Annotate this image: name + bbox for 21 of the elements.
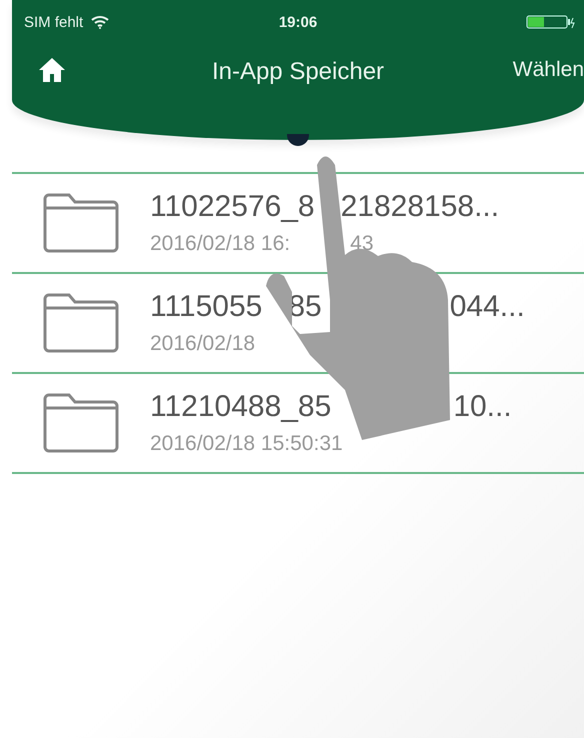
folder-name: 10... [453, 390, 512, 424]
battery-icon [526, 15, 576, 29]
folder-name: 11022576_8 [150, 190, 315, 224]
carrier-label: SIM fehlt [24, 14, 84, 30]
select-button[interactable]: Wählen [512, 58, 584, 82]
home-icon[interactable] [37, 55, 67, 85]
folder-date: 43 [350, 232, 374, 256]
folder-date: 2016/02/18 [150, 332, 256, 356]
folder-icon [42, 392, 120, 454]
wifi-icon [91, 15, 110, 29]
folder-name: 044... [450, 290, 525, 324]
status-time: 19:06 [278, 14, 318, 30]
folder-name: 11210488_85 [150, 390, 332, 424]
folder-date: 2016/02/18 15:50:31 [150, 432, 343, 456]
folder-icon [42, 292, 120, 354]
pull-handle[interactable] [287, 134, 309, 146]
folder-name: 21828158... [340, 190, 500, 224]
folder-name: 1115055 [150, 290, 262, 324]
screen-title: In-App Speicher [212, 58, 384, 86]
folder-date: 2016/02/18 16: [150, 232, 290, 256]
folder-icon [42, 192, 120, 254]
